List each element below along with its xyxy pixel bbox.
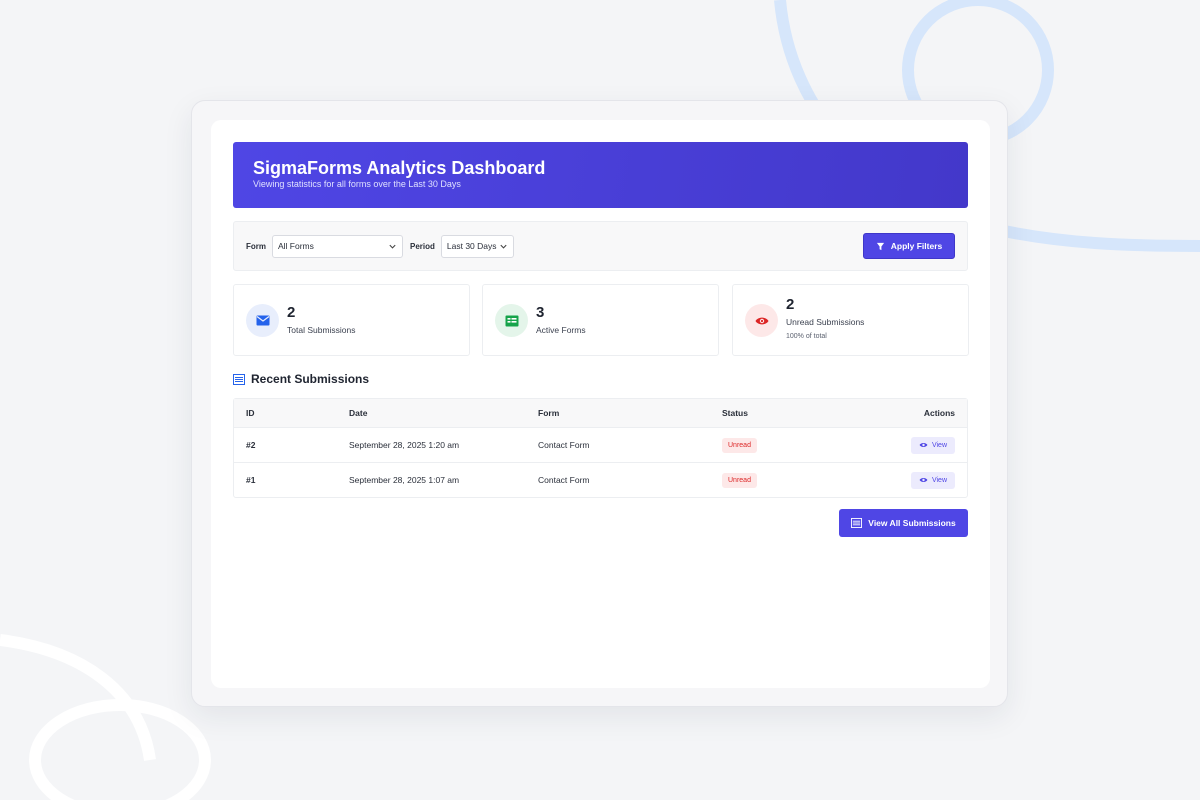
table-header: ID Date Form Status Actions bbox=[234, 399, 967, 427]
status-cell: Unread bbox=[722, 428, 757, 462]
form-select[interactable]: All Forms bbox=[272, 234, 403, 258]
stat-total-submissions: 2 Total Submissions bbox=[233, 284, 470, 356]
submission-date: September 28, 2025 1:07 am bbox=[349, 475, 460, 485]
actions-cell: View bbox=[910, 463, 955, 497]
dashboard-header: SigmaForms Analytics Dashboard Viewing s… bbox=[233, 142, 968, 208]
window-frame: SigmaForms Analytics Dashboard Viewing s… bbox=[191, 100, 1008, 707]
status-cell: Unread bbox=[722, 463, 757, 497]
view-button-label: View bbox=[931, 441, 947, 449]
stat-value: 3 bbox=[536, 304, 545, 321]
view-all-submissions-button[interactable]: View All Submissions bbox=[839, 509, 968, 537]
form-icon bbox=[495, 304, 528, 337]
stat-unread-submissions: 2 Unread Submissions 100% of total bbox=[732, 284, 969, 356]
view-button[interactable]: View bbox=[910, 436, 955, 454]
section-title: Recent Submissions bbox=[251, 372, 370, 386]
submission-form: Contact Form bbox=[538, 440, 590, 450]
status-badge: Unread bbox=[722, 437, 757, 453]
period-select-value: Last 30 Days bbox=[446, 241, 497, 251]
submission-id: #2 bbox=[246, 440, 256, 450]
submissions-table: ID Date Form Status Actions #2 September… bbox=[233, 398, 968, 498]
recent-submissions-heading: Recent Submissions bbox=[233, 372, 369, 386]
filter-bar: Form All Forms Period Last 30 Days Apply… bbox=[233, 221, 968, 271]
form-filter-label: Form bbox=[246, 241, 266, 251]
stat-label: Active Forms bbox=[536, 325, 586, 335]
dashboard-card: SigmaForms Analytics Dashboard Viewing s… bbox=[211, 120, 990, 688]
list-icon bbox=[233, 373, 245, 385]
stat-label: Total Submissions bbox=[287, 325, 356, 335]
stat-active-forms: 3 Active Forms bbox=[482, 284, 719, 356]
period-select[interactable]: Last 30 Days bbox=[440, 234, 514, 258]
stat-value: 2 bbox=[786, 296, 795, 313]
period-filter-label: Period bbox=[410, 241, 435, 251]
apply-filters-label: Apply Filters bbox=[890, 241, 943, 251]
chevron-down-icon bbox=[500, 244, 507, 249]
envelope-icon bbox=[246, 304, 279, 337]
stats-row: 2 Total Submissions 3 Active Forms 2 Unr… bbox=[233, 284, 969, 356]
column-header-actions: Actions bbox=[923, 408, 955, 418]
page-subtitle: Viewing statistics for all forms over th… bbox=[253, 179, 461, 189]
apply-filters-button[interactable]: Apply Filters bbox=[863, 233, 955, 259]
column-header-date: Date bbox=[349, 408, 368, 418]
column-header-id: ID bbox=[246, 408, 255, 418]
eye-icon bbox=[919, 442, 928, 448]
stat-value: 2 bbox=[287, 304, 296, 321]
page-title: SigmaForms Analytics Dashboard bbox=[253, 158, 546, 178]
column-header-form: Form bbox=[538, 408, 560, 418]
status-badge: Unread bbox=[722, 472, 757, 488]
list-icon bbox=[851, 518, 863, 528]
submission-id: #1 bbox=[246, 475, 256, 485]
table-row: #2 September 28, 2025 1:20 am Contact Fo… bbox=[234, 427, 967, 462]
stat-note: 100% of total bbox=[786, 333, 827, 340]
eye-icon bbox=[745, 304, 778, 337]
eye-icon bbox=[919, 477, 928, 483]
submission-form: Contact Form bbox=[538, 475, 590, 485]
view-all-label: View All Submissions bbox=[868, 518, 956, 528]
actions-cell: View bbox=[910, 428, 955, 462]
chevron-down-icon bbox=[389, 244, 396, 249]
submission-date: September 28, 2025 1:20 am bbox=[349, 440, 460, 450]
view-button[interactable]: View bbox=[910, 471, 955, 489]
table-row: #1 September 28, 2025 1:07 am Contact Fo… bbox=[234, 462, 967, 497]
form-select-value: All Forms bbox=[278, 241, 314, 251]
column-header-status: Status bbox=[722, 408, 748, 418]
stat-label: Unread Submissions bbox=[786, 317, 865, 327]
view-button-label: View bbox=[931, 476, 947, 484]
filter-icon bbox=[876, 242, 884, 250]
